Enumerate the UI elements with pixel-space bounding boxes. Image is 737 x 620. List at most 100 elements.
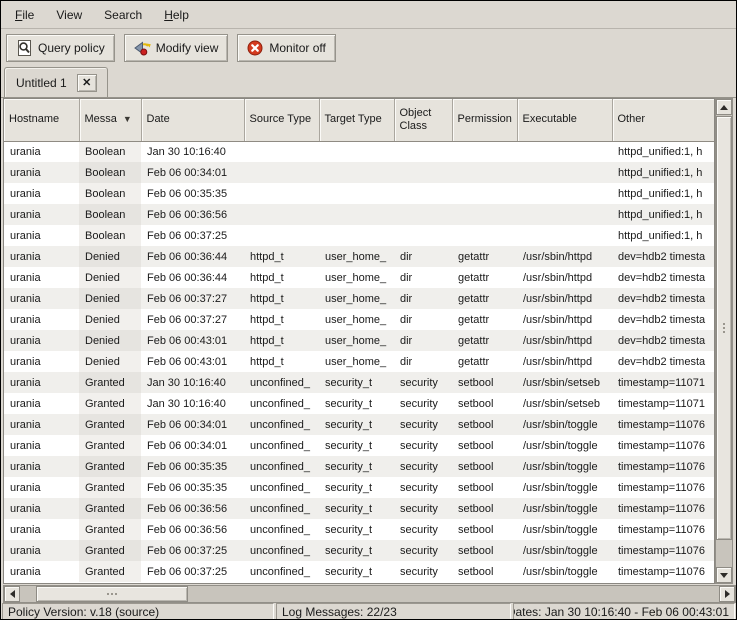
cell-permission: setbool xyxy=(452,435,517,456)
cell-executable xyxy=(517,204,612,225)
cell-other: timestamp=11076 xyxy=(612,540,715,561)
cell-executable: /usr/sbin/toggle xyxy=(517,477,612,498)
cell-date: Feb 06 00:43:01 xyxy=(141,330,244,351)
dates-text: Dates: Jan 30 10:16:40 - Feb 06 00:43:01 xyxy=(513,605,729,619)
column-header-source-type[interactable]: Source Type xyxy=(244,99,319,141)
column-header-permission[interactable]: Permission xyxy=(452,99,517,141)
cell-executable: /usr/sbin/httpd xyxy=(517,309,612,330)
cell-other: timestamp=11076 xyxy=(612,498,715,519)
table-row[interactable]: urania Granted Feb 06 00:34:01 unconfine… xyxy=(4,414,715,435)
scroll-down-button[interactable] xyxy=(716,567,732,583)
table-row[interactable]: urania Granted Feb 06 00:35:35 unconfine… xyxy=(4,456,715,477)
query-policy-label: Query policy xyxy=(38,41,105,55)
column-header-target-type[interactable]: Target Type xyxy=(319,99,394,141)
cell-date: Feb 06 00:36:56 xyxy=(141,498,244,519)
tab-close-icon[interactable]: ✕ xyxy=(77,74,97,92)
vertical-scrollbar[interactable] xyxy=(715,98,733,584)
cell-permission: setbool xyxy=(452,477,517,498)
cell-target-type: user_home_ xyxy=(319,351,394,372)
cell-hostname: urania xyxy=(4,519,79,540)
cell-permission: getattr xyxy=(452,288,517,309)
menu-file[interactable]: File xyxy=(7,5,42,25)
cell-executable: /usr/sbin/toggle xyxy=(517,540,612,561)
cell-date: Feb 06 00:35:35 xyxy=(141,456,244,477)
column-header-other[interactable]: Other xyxy=(612,99,715,141)
column-label: Target Type xyxy=(325,113,382,126)
modify-view-button[interactable]: Modify view xyxy=(124,34,229,62)
cell-object-class: dir xyxy=(394,330,452,351)
table-row[interactable]: urania Granted Feb 06 00:34:01 unconfine… xyxy=(4,435,715,456)
table-row[interactable]: urania Denied Feb 06 00:37:27 httpd_t us… xyxy=(4,288,715,309)
cell-hostname: urania xyxy=(4,477,79,498)
column-header-executable[interactable]: Executable xyxy=(517,99,612,141)
cell-permission: setbool xyxy=(452,498,517,519)
menu-help[interactable]: Help xyxy=(156,5,197,25)
table-row[interactable]: urania Denied Feb 06 00:36:44 httpd_t us… xyxy=(4,246,715,267)
cell-other: timestamp=11071 xyxy=(612,393,715,414)
vertical-scrollbar-thumb[interactable] xyxy=(716,116,732,540)
menu-bar: File View Search Help xyxy=(1,1,736,29)
cell-executable: /usr/sbin/toggle xyxy=(517,456,612,477)
cell-target-type: security_t xyxy=(319,435,394,456)
table-row[interactable]: urania Denied Feb 06 00:43:01 httpd_t us… xyxy=(4,351,715,372)
table-row[interactable]: urania Boolean Feb 06 00:36:56 httpd_uni… xyxy=(4,204,715,225)
cell-other: dev=hdb2 timesta xyxy=(612,351,715,372)
table-row[interactable]: urania Denied Feb 06 00:36:44 httpd_t us… xyxy=(4,267,715,288)
horizontal-scrollbar-thumb[interactable] xyxy=(36,586,188,602)
scroll-up-button[interactable] xyxy=(716,99,732,115)
column-label: Messa xyxy=(85,113,117,126)
cell-message: Boolean xyxy=(79,162,141,183)
cell-executable: /usr/sbin/httpd xyxy=(517,267,612,288)
cell-message: Granted xyxy=(79,372,141,393)
cell-object-class: security xyxy=(394,414,452,435)
tab-untitled-1[interactable]: Untitled 1 ✕ xyxy=(4,67,108,97)
table-row[interactable]: urania Boolean Feb 06 00:37:25 httpd_uni… xyxy=(4,225,715,246)
table-row[interactable]: urania Granted Jan 30 10:16:40 unconfine… xyxy=(4,372,715,393)
cell-hostname: urania xyxy=(4,204,79,225)
table-row[interactable]: urania Boolean Feb 06 00:35:35 httpd_uni… xyxy=(4,183,715,204)
cell-message: Granted xyxy=(79,435,141,456)
table-row[interactable]: urania Granted Feb 06 00:37:25 unconfine… xyxy=(4,540,715,561)
cell-other: timestamp=11076 xyxy=(612,414,715,435)
table-row[interactable]: urania Boolean Jan 30 10:16:40 httpd_uni… xyxy=(4,141,715,162)
cell-other: httpd_unified:1, h xyxy=(612,225,715,246)
cell-permission: setbool xyxy=(452,414,517,435)
log-table: Hostname Messa▼ Date Source Type Target … xyxy=(3,98,715,584)
cell-other: dev=hdb2 timesta xyxy=(612,330,715,351)
horizontal-scrollbar[interactable] xyxy=(3,585,736,603)
cell-target-type: user_home_ xyxy=(319,288,394,309)
scroll-right-button[interactable] xyxy=(719,586,735,602)
query-policy-button[interactable]: Query policy xyxy=(6,34,115,62)
column-header-date[interactable]: Date xyxy=(141,99,244,141)
cell-date: Feb 06 00:37:25 xyxy=(141,561,244,582)
column-header-hostname[interactable]: Hostname xyxy=(4,99,79,141)
column-header-message[interactable]: Messa▼ xyxy=(79,99,141,141)
column-header-object-class[interactable]: Object Class xyxy=(394,99,452,141)
cell-other: httpd_unified:1, h xyxy=(612,141,715,162)
cell-object-class: security xyxy=(394,561,452,582)
cell-object-class xyxy=(394,141,452,162)
cell-message: Granted xyxy=(79,519,141,540)
table-row[interactable]: urania Boolean Feb 06 00:34:01 httpd_uni… xyxy=(4,162,715,183)
table-row[interactable]: urania Denied Feb 06 00:43:01 httpd_t us… xyxy=(4,330,715,351)
table-row[interactable]: urania Granted Feb 06 00:37:25 unconfine… xyxy=(4,561,715,582)
table-row[interactable]: urania Granted Jan 30 10:16:40 unconfine… xyxy=(4,393,715,414)
cell-object-class: security xyxy=(394,456,452,477)
menu-view[interactable]: View xyxy=(48,5,90,25)
scroll-left-button[interactable] xyxy=(4,586,20,602)
cell-date: Feb 06 00:36:44 xyxy=(141,267,244,288)
cell-date: Feb 06 00:43:01 xyxy=(141,351,244,372)
table-row[interactable]: urania Granted Feb 06 00:36:56 unconfine… xyxy=(4,498,715,519)
arrow-up-icon xyxy=(720,105,728,110)
table-row[interactable]: urania Granted Feb 06 00:36:56 unconfine… xyxy=(4,519,715,540)
table-row[interactable]: urania Denied Feb 06 00:37:27 httpd_t us… xyxy=(4,309,715,330)
toolbar: Query policy Modify view Monitor off xyxy=(1,30,736,66)
menu-search[interactable]: Search xyxy=(96,5,150,25)
cell-permission: getattr xyxy=(452,309,517,330)
monitor-off-button[interactable]: Monitor off xyxy=(237,34,335,62)
cell-source-type: unconfined_ xyxy=(244,372,319,393)
cell-message: Denied xyxy=(79,330,141,351)
horizontal-scrollbar-track[interactable] xyxy=(20,586,735,602)
cell-message: Boolean xyxy=(79,204,141,225)
table-row[interactable]: urania Granted Feb 06 00:35:35 unconfine… xyxy=(4,477,715,498)
